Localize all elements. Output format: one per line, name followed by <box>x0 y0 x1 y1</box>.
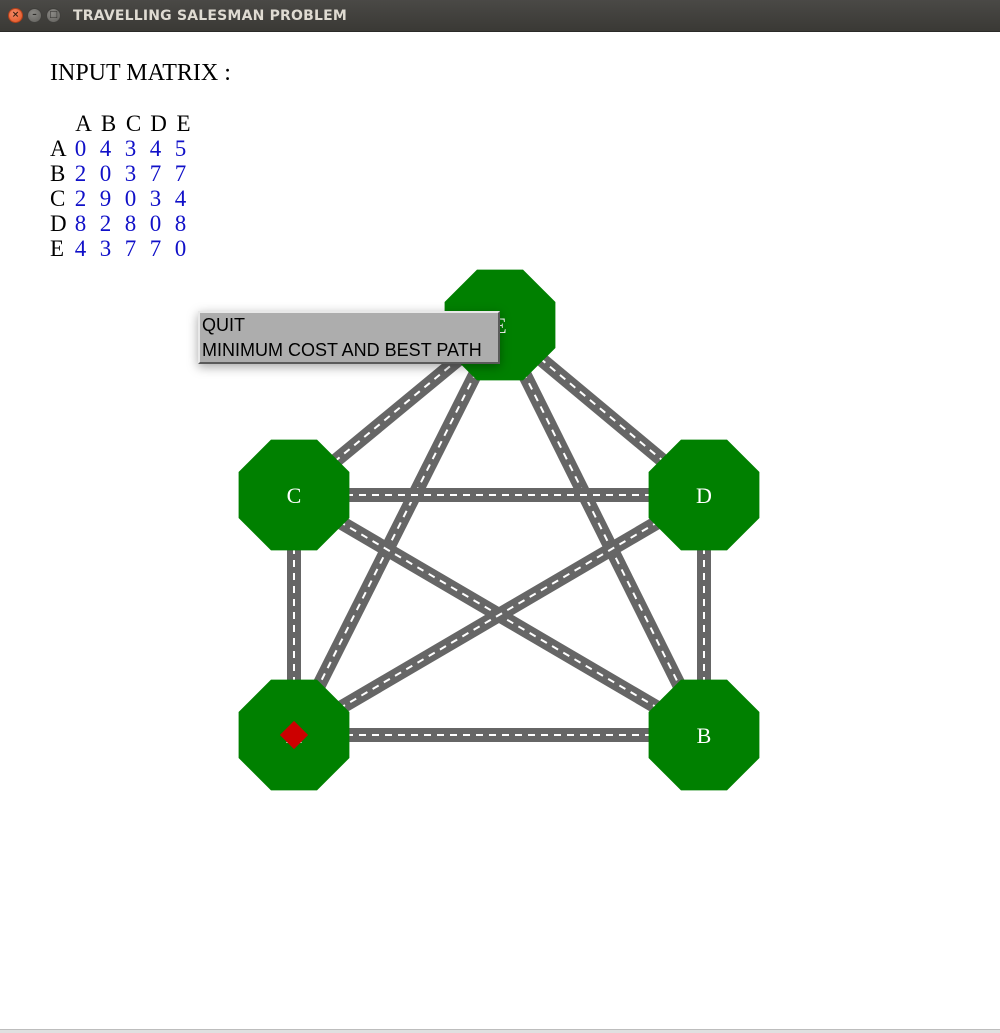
context-menu: QUIT MINIMUM COST AND BEST PATH <box>198 311 500 364</box>
graph-canvas: ECDAB <box>238 269 760 791</box>
graph-edges <box>287 319 711 742</box>
city-node-C[interactable]: C <box>238 439 350 551</box>
quit-menu-item[interactable]: QUIT <box>200 313 498 338</box>
minimum-cost-best-path-menu-item[interactable]: MINIMUM COST AND BEST PATH <box>200 338 498 363</box>
window-bottom-border <box>0 1029 1000 1033</box>
city-label: B <box>697 723 712 748</box>
city-node-B[interactable]: B <box>648 679 760 791</box>
city-label: D <box>696 483 712 508</box>
city-label: C <box>287 483 302 508</box>
city-node-D[interactable]: D <box>648 439 760 551</box>
